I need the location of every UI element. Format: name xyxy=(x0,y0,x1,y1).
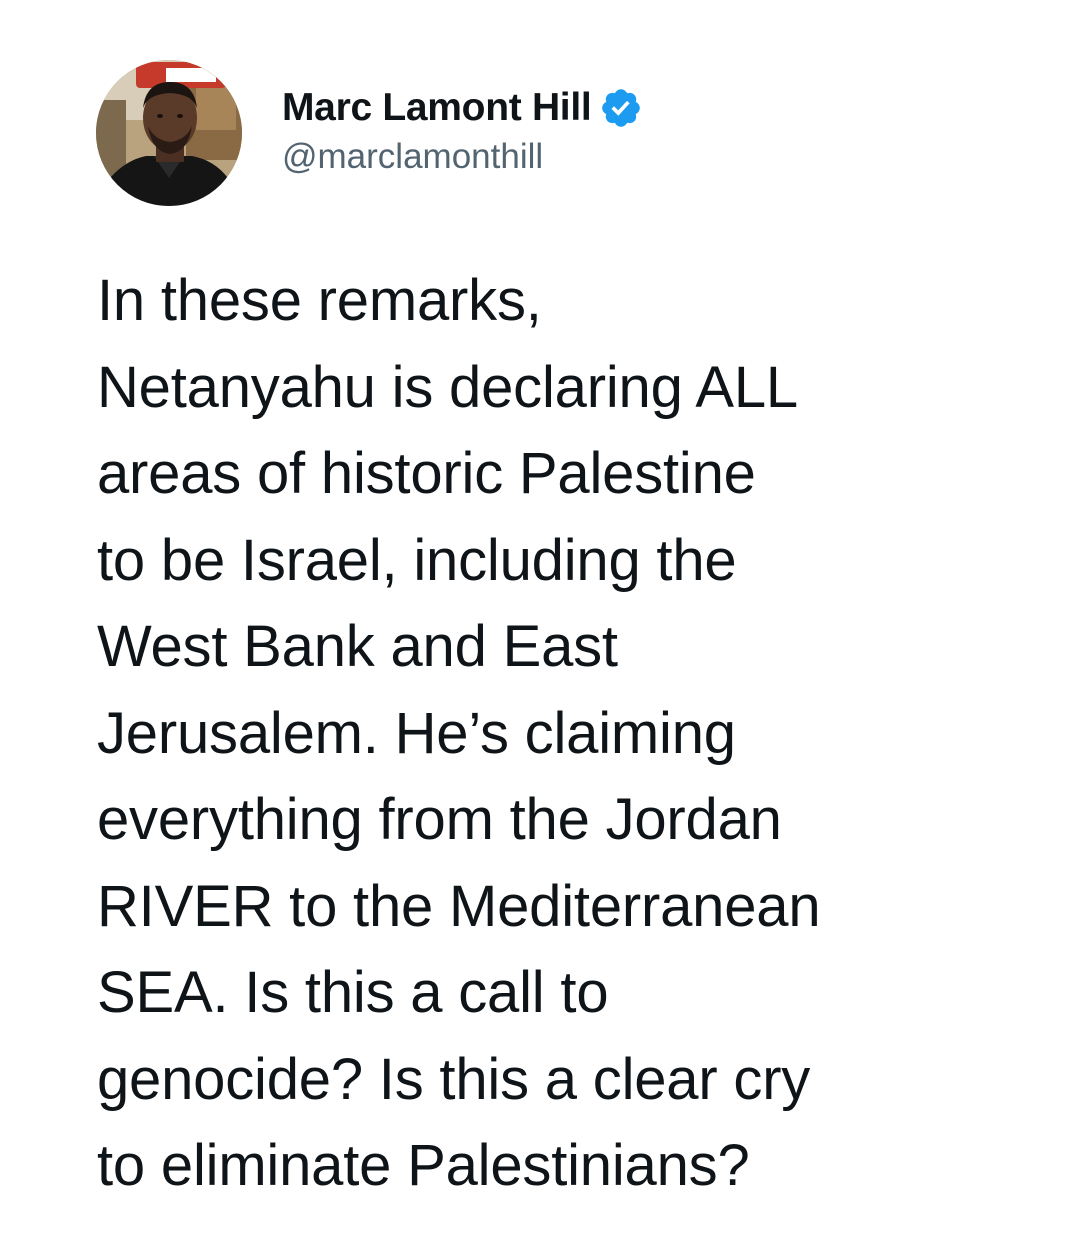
profile-photo-icon xyxy=(96,60,242,206)
tweet-text: In these remarks, Netanyahu is declaring… xyxy=(97,258,1037,1210)
tweet-text-line: Jerusalem. He’s claiming xyxy=(97,700,736,766)
tweet-header: Marc Lamont Hill @marclamonthill xyxy=(96,58,643,208)
tweet-text-line: Netanyahu is declaring ALL xyxy=(97,354,798,420)
tweet-card: Marc Lamont Hill @marclamonthill In thes… xyxy=(0,0,1080,1255)
tweet-text-line: to eliminate Palestinians? xyxy=(97,1133,750,1198)
author-display-name[interactable]: Marc Lamont Hill xyxy=(282,86,592,130)
author-identity: Marc Lamont Hill @marclamonthill xyxy=(282,81,643,177)
name-row: Marc Lamont Hill xyxy=(282,81,643,135)
verified-badge-icon xyxy=(599,86,643,130)
tweet-text-line: areas of historic Palestine xyxy=(97,441,756,506)
tweet-text-line: SEA. Is this a call to xyxy=(97,960,609,1025)
tweet-text-line: West Bank and East xyxy=(97,614,618,679)
avatar[interactable] xyxy=(96,60,242,206)
author-handle[interactable]: @marclamonthill xyxy=(282,137,643,177)
tweet-text-line: In these remarks, xyxy=(97,268,542,333)
tweet-text-line: everything from the Jordan xyxy=(97,787,782,852)
tweet-text-line: RIVER to the Mediterranean xyxy=(97,873,821,939)
tweet-text-line: to be Israel, including the xyxy=(97,527,737,593)
tweet-text-line: genocide? Is this a clear cry xyxy=(97,1046,811,1112)
